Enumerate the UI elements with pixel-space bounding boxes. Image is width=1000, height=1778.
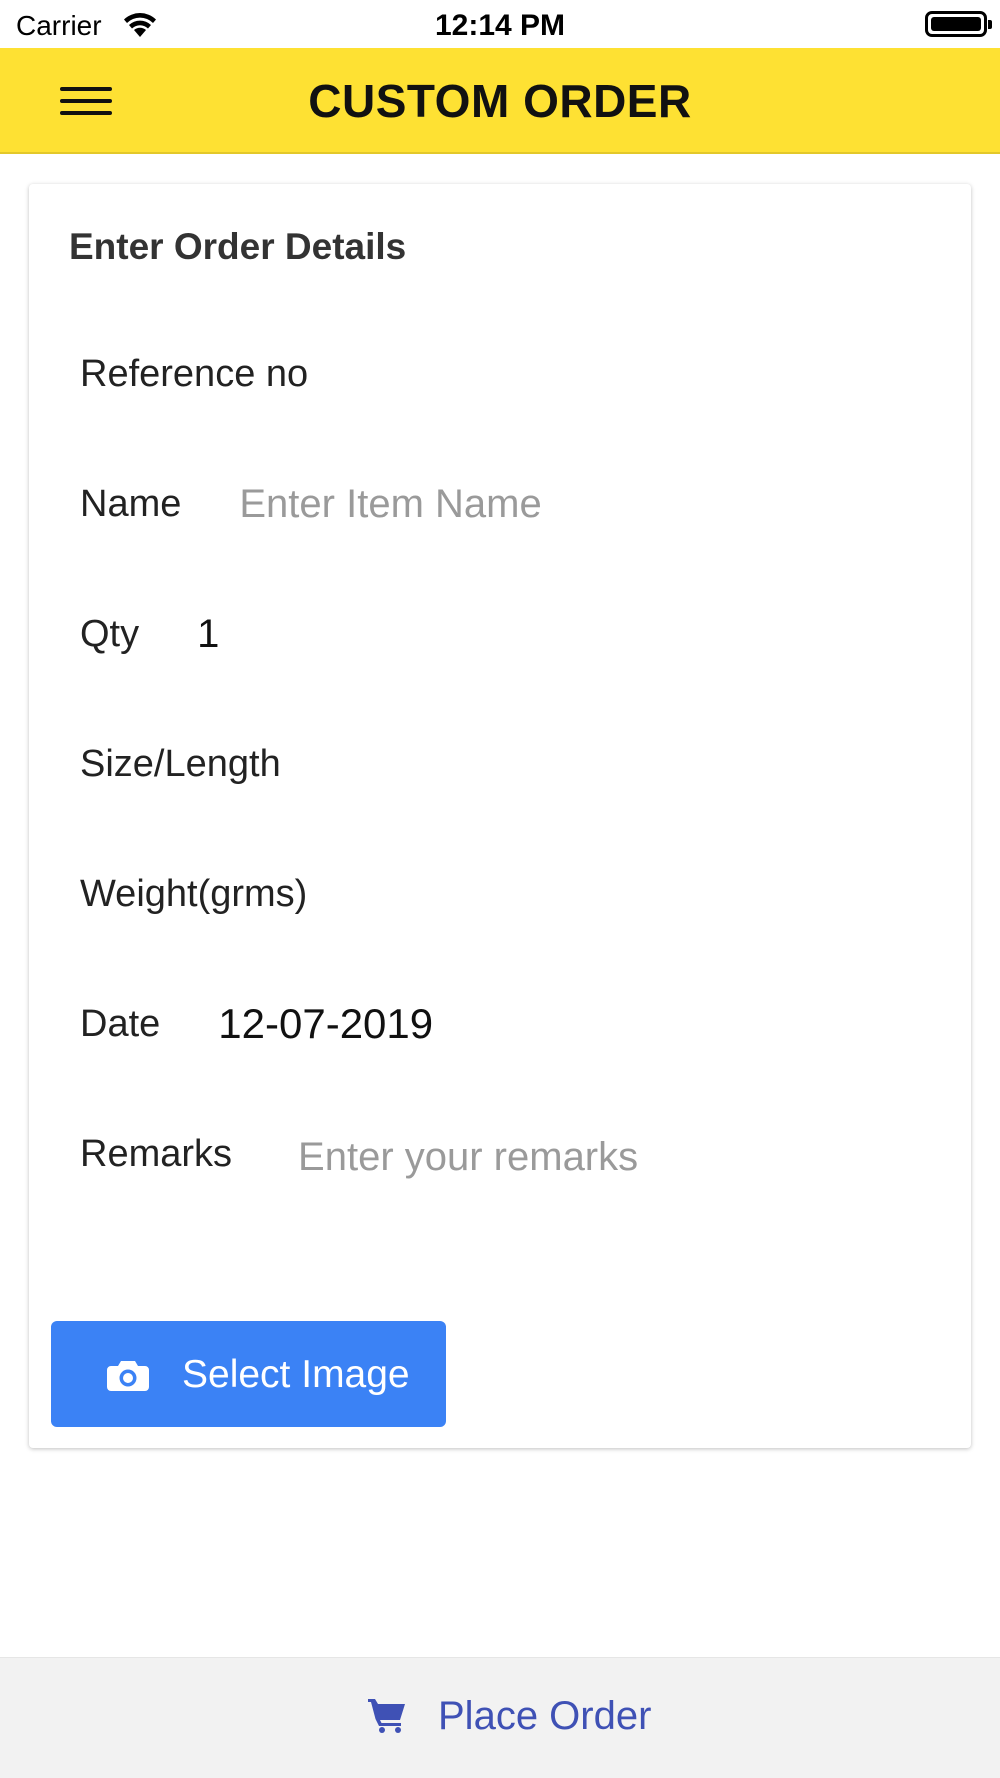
reference-label: Reference no [80,352,309,395]
remarks-input[interactable] [298,1129,940,1185]
date-picker-value[interactable]: 12-07-2019 [218,1000,433,1048]
qty-label: Qty [80,612,140,655]
qty-input[interactable] [197,606,940,662]
size-label: Size/Length [80,742,281,785]
remarks-label: Remarks [80,1132,233,1175]
bottom-bar: Place Order [0,1657,1000,1778]
qty-row: Qty [80,604,940,664]
reference-input[interactable] [332,346,940,402]
name-input[interactable] [239,476,940,532]
place-order-label: Place Order [438,1694,652,1738]
weight-label: Weight(grms) [80,872,308,915]
select-image-button[interactable]: Select Image [51,1321,446,1427]
place-order-button[interactable]: Place Order [360,1686,660,1750]
page-title: CUSTOM ORDER [308,75,692,127]
size-input[interactable] [304,736,940,792]
cart-icon [368,1699,405,1733]
size-row: Size/Length [80,734,940,794]
remarks-row: Remarks [80,1124,940,1185]
weight-input[interactable] [331,866,940,922]
order-details-card: Enter Order Details Reference no Name Qt… [29,184,971,1448]
battery-icon [925,11,992,37]
select-image-label: Select Image [182,1353,410,1396]
date-row[interactable]: Date 12-07-2019 [80,994,940,1054]
name-label: Name [80,482,182,525]
status-time: 12:14 PM [434,9,566,42]
weight-row: Weight(grms) [80,864,940,924]
reference-row: Reference no [80,344,940,404]
app-header: CUSTOM ORDER [0,48,1000,154]
camera-icon [107,1361,149,1391]
date-label: Date [80,1002,161,1045]
status-bar: Carrier 12:14 PM [0,0,1000,48]
name-row: Name [80,474,940,534]
card-title: Enter Order Details [69,226,407,267]
